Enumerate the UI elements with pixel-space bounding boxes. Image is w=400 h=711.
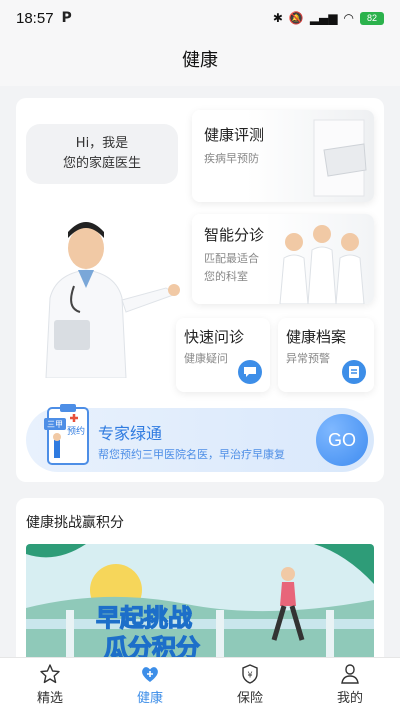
svg-text:¥: ¥ [247,671,252,680]
banner-badge2-text: 预约 [67,425,85,437]
battery-icon: 82 [360,11,384,25]
signal-icon: ▂▄▆ [309,11,338,25]
tab-insurance[interactable]: ¥ 保险 [200,658,300,711]
health-records-card[interactable]: 健康档案 异常预警 [278,318,374,392]
quick-consult-title: 快速问诊 [184,328,245,346]
bottom-tab-bar: 精选 健康 ¥ 保险 我的 [0,657,400,711]
smart-triage-subtitle-1: 匹配最适合 [204,252,259,265]
health-challenge-card: 健康挑战赢积分 早起挑战 瓜分积分 [16,498,384,668]
page-title: 健康 [0,36,400,86]
early-rise-challenge-banner[interactable]: 早起挑战 瓜分积分 [26,544,374,668]
challenge-image-line1: 早起挑战 [96,604,192,632]
health-assessment-card[interactable]: 健康评测 疾病早预防 [192,110,374,202]
challenge-title: 健康挑战赢积分 [26,515,124,531]
smart-triage-subtitle-2: 您的科室 [204,270,248,283]
doctor-illustration [45,222,180,378]
heart-plus-icon [142,667,158,682]
health-services-card: Hi，我是 您的家庭医生 健康评测 疾病早预防 智能分诊 匹配最适合 您的科室 … [16,98,384,482]
banner-title: 专家绿通 [98,424,163,443]
tab-featured-label: 精选 [36,691,63,706]
mute-icon: 🔕 [288,11,304,25]
smart-triage-title: 智能分诊 [204,226,265,244]
health-records-subtitle: 异常预警 [286,352,330,365]
smart-triage-card[interactable]: 智能分诊 匹配最适合 您的科室 [192,214,374,304]
tab-health-label: 健康 [136,691,163,706]
status-bar: 18:57 P ✱ 🔕 ▂▄▆ ◠ 82 [0,0,400,36]
assistant-greeting: Hi，我是 [75,136,129,151]
chat-icon [238,360,262,384]
status-time: 18:57 [16,9,54,27]
shield-icon: ¥ [242,664,258,684]
tab-health[interactable]: 健康 [100,658,200,711]
tab-mine[interactable]: 我的 [300,658,400,711]
clipboard-doctor-image [313,119,367,197]
parking-icon: P [61,10,72,26]
quick-consult-card[interactable]: 快速问诊 健康疑问 [176,318,270,392]
go-button[interactable]: GO [316,414,368,466]
wifi-icon: ◠ [343,11,354,25]
bluetooth-icon: ✱ [272,11,283,25]
banner-badge-text: 三甲 [47,420,63,429]
document-icon [342,360,366,384]
medical-team-image [279,225,365,304]
health-records-title: 健康档案 [286,328,347,346]
appointment-board-icon: 三甲 预约 [44,404,89,465]
banner-subtitle: 帮您预约三甲医院名医，早治疗早康复 [98,448,285,461]
assistant-bubble: Hi，我是 您的家庭医生 [26,124,178,184]
star-icon [40,664,60,684]
status-icons: ✱ 🔕 ▂▄▆ ◠ 82 [273,11,384,25]
assistant-intro: 您的家庭医生 [62,156,141,171]
challenge-illustration: 早起挑战 瓜分积分 [26,544,374,668]
tab-mine-label: 我的 [336,691,363,706]
health-assessment-title: 健康评测 [204,126,265,144]
expert-green-channel-banner[interactable]: 三甲 预约 专家绿通 帮您预约三甲医院名医，早治疗早康复 GO [26,404,374,472]
tab-insurance-label: 保险 [236,691,263,706]
quick-consult-subtitle: 健康疑问 [184,352,228,365]
health-assessment-subtitle: 疾病早预防 [204,152,259,165]
tab-featured[interactable]: 精选 [0,658,100,711]
user-icon [341,664,359,684]
